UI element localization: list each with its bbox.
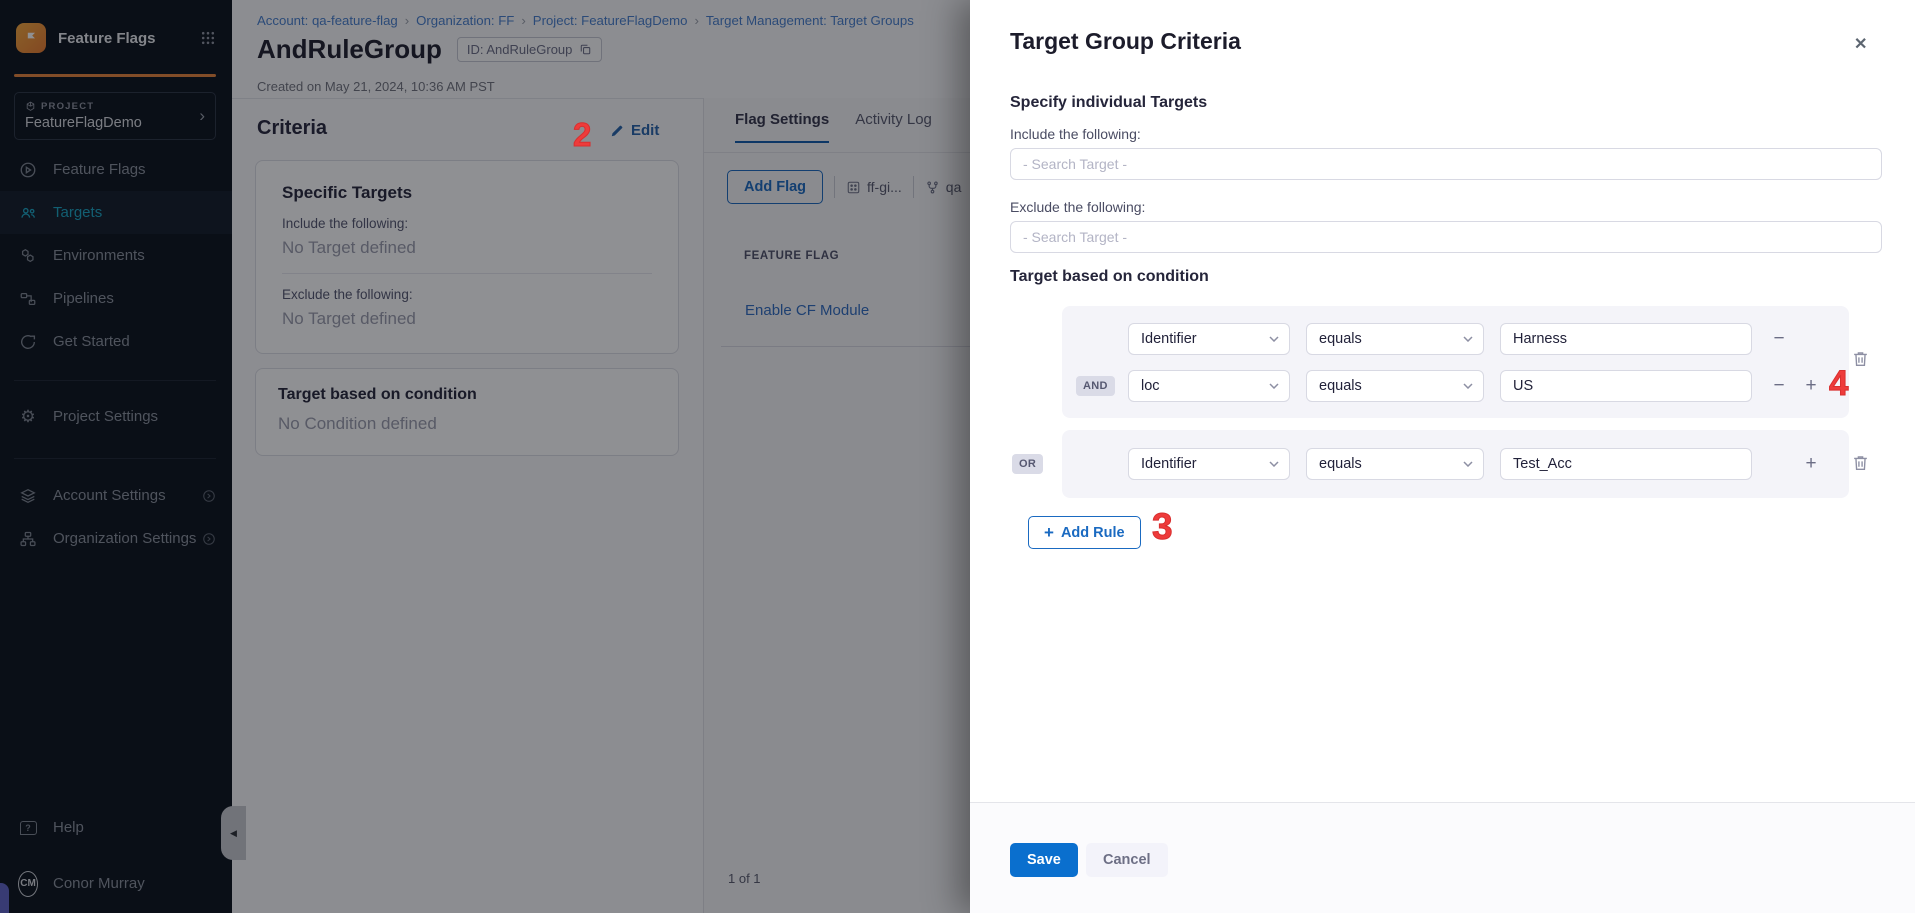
cancel-button[interactable]: Cancel — [1086, 843, 1168, 877]
annotation-step-3: 3 — [1152, 506, 1173, 548]
add-value-button[interactable]: + — [1800, 375, 1822, 397]
close-icon[interactable]: ✕ — [1854, 34, 1867, 54]
attribute-select[interactable]: loc — [1128, 370, 1290, 402]
chevron-down-icon — [1269, 461, 1279, 467]
condition-value-input[interactable] — [1500, 448, 1752, 480]
exclude-target-search-input[interactable] — [1010, 221, 1882, 253]
specify-targets-title: Specify individual Targets — [1010, 94, 1207, 112]
chevron-down-icon — [1269, 383, 1279, 389]
attribute-select[interactable]: Identifier — [1128, 323, 1290, 355]
app-window: Feature Flags PROJECT FeatureFlagDemo › — [0, 0, 1915, 913]
chevron-down-icon — [1463, 336, 1473, 342]
annotation-step-2: 2 — [573, 116, 591, 154]
add-value-button[interactable]: + — [1800, 453, 1822, 475]
condition-value-input[interactable] — [1500, 370, 1752, 402]
drawer-footer: Save Cancel — [970, 802, 1915, 913]
operator-select[interactable]: equals — [1306, 448, 1484, 480]
target-group-criteria-drawer: ✕ Target Group Criteria Specify individu… — [970, 0, 1915, 913]
annotation-step-4: 4 — [1829, 364, 1848, 404]
remove-value-button[interactable]: − — [1768, 328, 1790, 350]
condition-row: loc equals − + — [1062, 370, 1849, 402]
drawer-title: Target Group Criteria — [1010, 28, 1241, 55]
operator-select[interactable]: equals — [1306, 323, 1484, 355]
trash-icon[interactable] — [1852, 350, 1869, 368]
chevron-down-icon — [1463, 383, 1473, 389]
plus-icon: + — [1044, 523, 1054, 543]
include-target-search-input[interactable] — [1010, 148, 1882, 180]
remove-value-button[interactable]: − — [1768, 375, 1790, 397]
rule-group: AND Identifier equals − loc — [1062, 306, 1849, 418]
add-rule-button[interactable]: + Add Rule — [1028, 516, 1141, 549]
condition-section-title: Target based on condition — [1010, 268, 1209, 286]
save-button[interactable]: Save — [1010, 843, 1078, 877]
operator-select[interactable]: equals — [1306, 370, 1484, 402]
condition-row: Identifier equals + — [1062, 448, 1849, 480]
or-join-chip: OR — [1012, 454, 1043, 474]
include-following-label: Include the following: — [1010, 126, 1141, 142]
condition-value-input[interactable] — [1500, 323, 1752, 355]
rule-group: Identifier equals + — [1062, 430, 1849, 498]
attribute-select[interactable]: Identifier — [1128, 448, 1290, 480]
chevron-down-icon — [1269, 336, 1279, 342]
trash-icon[interactable] — [1852, 454, 1869, 472]
condition-row: Identifier equals − — [1062, 323, 1849, 355]
chevron-down-icon — [1463, 461, 1473, 467]
exclude-following-label: Exclude the following: — [1010, 199, 1145, 215]
